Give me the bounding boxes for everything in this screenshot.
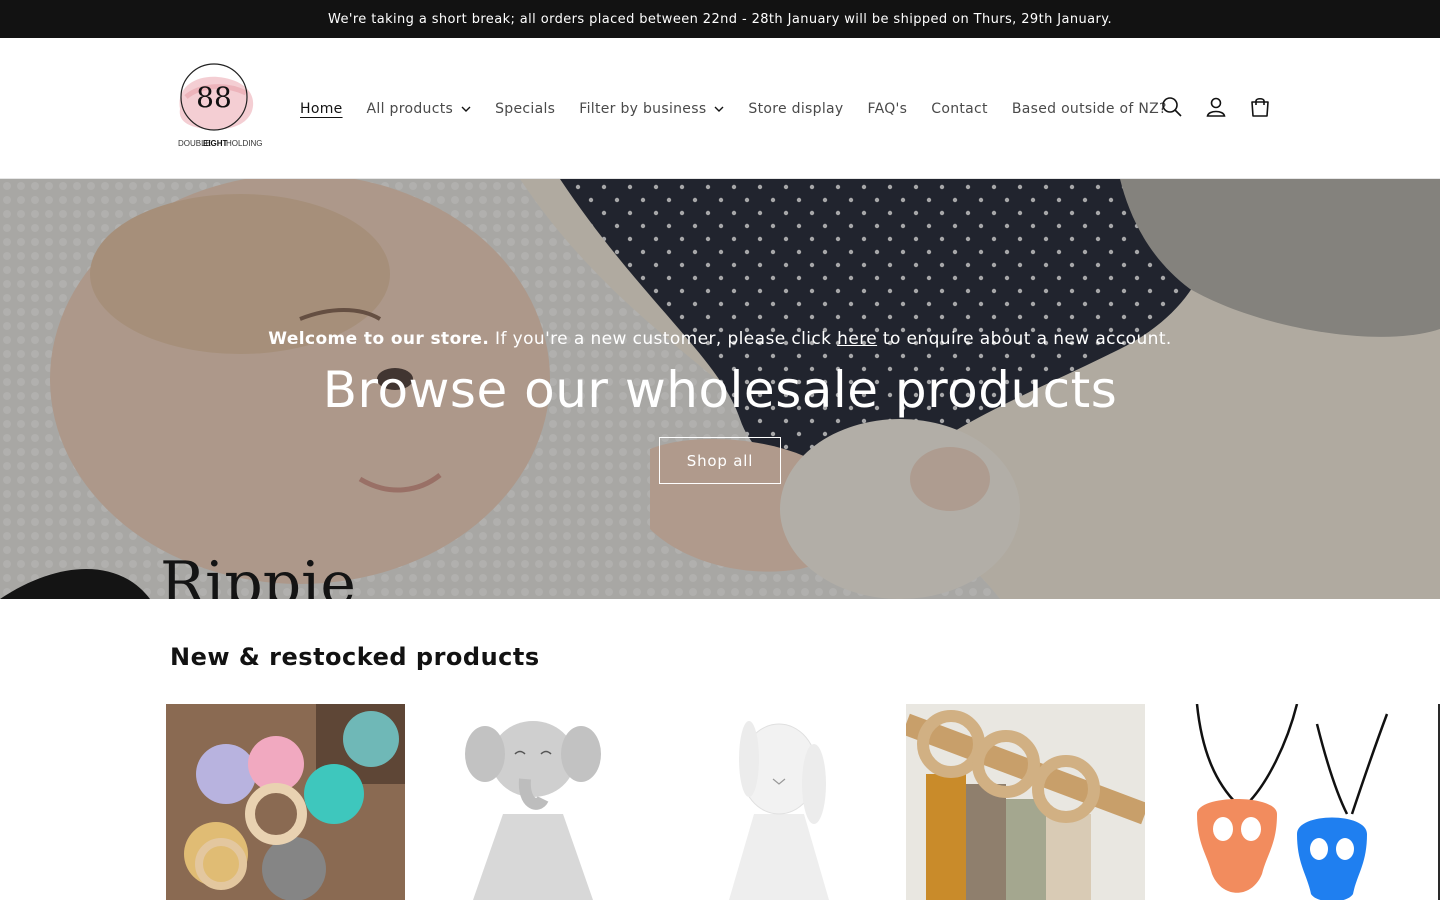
nav-item-home[interactable]: Home	[288, 101, 355, 117]
new-account-link[interactable]: here	[837, 329, 877, 349]
hero-banner: Rippie Welcome to our store. If you're a…	[0, 179, 1440, 599]
grey-elephant-comforter-photo	[413, 704, 652, 900]
product-card[interactable]	[166, 704, 405, 900]
product-card[interactable]	[659, 704, 898, 900]
product-card[interactable]	[413, 704, 652, 900]
hero-subtitle-bold: Welcome to our store.	[268, 329, 490, 349]
section-title: New & restocked products	[170, 643, 540, 671]
hero-subtitle-text-end: to enquire about a new account.	[877, 329, 1172, 349]
chevron-down-icon	[714, 106, 724, 112]
hero-title: Browse our wholesale products	[322, 361, 1118, 419]
nav-item-store-display[interactable]: Store display	[736, 101, 855, 117]
nav-item-contact[interactable]: Contact	[919, 101, 1000, 117]
silicone-animal-teethers-photo	[166, 704, 405, 900]
next-product-photo	[1436, 704, 1440, 900]
nav-item-faqs[interactable]: FAQ's	[856, 101, 920, 117]
product-carousel	[166, 704, 1440, 900]
search-icon	[1162, 97, 1182, 117]
search-button[interactable]	[1150, 85, 1194, 129]
chevron-down-icon	[461, 106, 471, 112]
skull-chew-necklaces-photo	[1157, 704, 1396, 900]
cart-button[interactable]	[1238, 85, 1282, 129]
account-button[interactable]	[1194, 85, 1238, 129]
nav-item-all-products[interactable]: All products	[355, 101, 484, 117]
announcement-bar: We're taking a short break; all orders p…	[0, 0, 1440, 38]
shop-all-button[interactable]: Shop all	[659, 437, 781, 484]
nav-label: Specials	[495, 100, 556, 117]
logo-line2: EIGHT	[203, 139, 228, 148]
nav-item-specials[interactable]: Specials	[483, 101, 567, 117]
nav-label: Based outside of NZ?	[1011, 100, 1167, 117]
product-card[interactable]	[1157, 704, 1396, 900]
nav-label: Contact	[931, 100, 988, 117]
cart-icon	[1251, 97, 1269, 117]
hero-content: Welcome to our store. If you're a new cu…	[0, 329, 1440, 484]
hero-subtitle-text: If you're a new customer, please click	[489, 329, 838, 349]
nav-item-filter-by-business[interactable]: Filter by business	[567, 101, 736, 117]
nav-label: FAQ's	[867, 100, 908, 117]
account-icon	[1206, 97, 1226, 117]
product-card[interactable]	[906, 704, 1145, 900]
product-card-partial[interactable]	[1436, 704, 1440, 900]
nav-label: All products	[366, 100, 454, 117]
header-actions	[1150, 85, 1282, 129]
nav-label: Store display	[748, 100, 844, 117]
logo-line3: HOLDINGS	[226, 139, 262, 148]
hero-subtitle: Welcome to our store. If you're a new cu…	[268, 329, 1171, 349]
white-bunny-comforter-photo	[659, 704, 898, 900]
logo-number: 88	[196, 81, 232, 114]
brand-logo[interactable]: 88 DOUBLE EIGHT HOLDINGS	[166, 57, 268, 157]
announcement-text: We're taking a short break; all orders p…	[327, 11, 1113, 27]
main-nav: Home All products Specials Filter by bus…	[288, 38, 1179, 179]
nav-label: Filter by business	[579, 100, 707, 117]
nav-label: Home	[300, 100, 343, 117]
site-header: 88 DOUBLE EIGHT HOLDINGS Home All produc…	[0, 38, 1440, 179]
wooden-teether-rings-photo	[906, 704, 1145, 900]
